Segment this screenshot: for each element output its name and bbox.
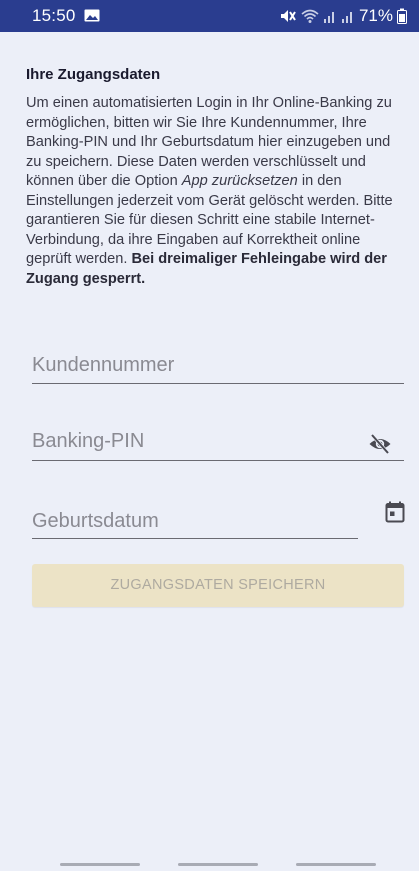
customer-number-field[interactable]: Kundennummer: [32, 352, 404, 386]
pin-field[interactable]: Banking-PIN: [32, 427, 404, 463]
mute-icon: [280, 10, 296, 22]
intro-paragraph: Um einen automatisierten Login in Ihr On…: [26, 94, 404, 289]
nav-button-home[interactable]: [178, 863, 258, 866]
birthdate-placeholder: Geburtsdatum: [32, 510, 159, 532]
status-time: 15:50: [32, 6, 76, 25]
birthdate-underline: [32, 538, 358, 539]
status-bar: 15:50 71%: [0, 0, 419, 32]
app-screen: 15:50 71% Ihre Zugangsdaten Um einen aut…: [0, 0, 419, 871]
wifi-icon: [301, 9, 319, 23]
image-icon: [84, 9, 100, 22]
intro-text-italic: App zurücksetzen: [181, 173, 298, 189]
nav-button-back[interactable]: [296, 863, 376, 866]
page-title: Ihre Zugangsdaten: [26, 66, 161, 83]
customer-number-underline: [32, 383, 404, 384]
pin-underline: [32, 460, 404, 461]
battery-percent: 71%: [358, 6, 393, 25]
signal-icon: [323, 12, 334, 23]
system-nav-bar: [0, 853, 419, 871]
customer-number-placeholder: Kundennummer: [32, 354, 175, 376]
status-icons: 71%: [279, 6, 407, 26]
battery-icon: [397, 8, 407, 24]
nav-button-recents[interactable]: [60, 863, 140, 866]
calendar-icon[interactable]: [385, 501, 405, 523]
signal-icon: [341, 12, 352, 23]
save-credentials-button[interactable]: ZUGANGSDATEN SPEICHERN: [32, 564, 404, 607]
pin-placeholder: Banking-PIN: [32, 430, 145, 452]
birthdate-field[interactable]: Geburtsdatum: [32, 508, 358, 540]
eye-off-icon[interactable]: [368, 433, 392, 455]
